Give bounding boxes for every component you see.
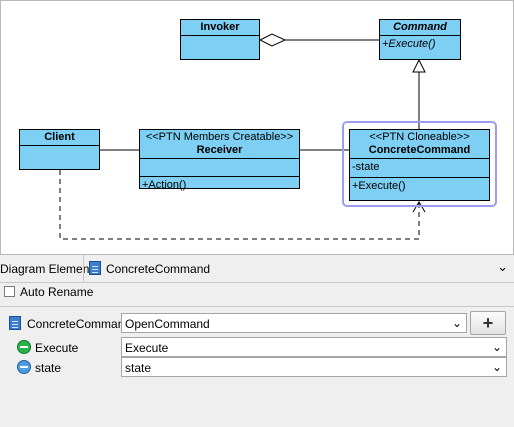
- operation-execute: +Execute(): [352, 180, 406, 192]
- class-icon: [89, 261, 101, 275]
- concretecommand-value-dropdown[interactable]: OpenCommand ⌄: [121, 313, 467, 333]
- class-concretecommand[interactable]: <<PTN Cloneable>> ConcreteCommand -state…: [349, 129, 490, 201]
- state-value-dropdown[interactable]: state ⌄: [121, 357, 507, 377]
- class-invoker[interactable]: Invoker: [180, 19, 260, 60]
- field-value: Execute: [125, 341, 169, 355]
- attribute-state: -state: [350, 159, 489, 178]
- diagram-element-selector[interactable]: Diagram Element ConcreteCommand ⌄: [0, 255, 514, 283]
- attributes-compartment: [181, 36, 259, 58]
- diagram-canvas[interactable]: Invoker Command +Execute() Client <<PTN …: [0, 0, 514, 255]
- field-value: state: [125, 361, 152, 375]
- attributes-compartment: [140, 159, 299, 177]
- operation-execute: +Execute(): [382, 38, 436, 50]
- divider: [0, 306, 514, 307]
- class-name: Command: [380, 20, 460, 36]
- row-label-concretecommand: ConcreteCommand: [27, 317, 132, 331]
- selected-element-name: ConcreteCommand: [106, 262, 211, 276]
- class-header: <<PTN Cloneable>> ConcreteCommand: [350, 130, 489, 159]
- chevron-down-icon[interactable]: ⌄: [497, 259, 508, 275]
- add-button[interactable]: +: [470, 311, 506, 335]
- chevron-down-icon[interactable]: ⌄: [452, 316, 462, 330]
- generalization-arrowhead: [412, 58, 426, 73]
- plus-icon: +: [482, 313, 494, 333]
- aggregation-diamond: [258, 33, 287, 47]
- class-header: <<PTN Members Creatable>> Receiver: [140, 130, 299, 159]
- field-value: OpenCommand: [125, 317, 210, 331]
- checkbox-box[interactable]: [4, 286, 15, 297]
- divider: [83, 255, 84, 282]
- class-client[interactable]: Client: [19, 129, 100, 170]
- stereotype: <<PTN Cloneable>>: [369, 131, 470, 143]
- diagram-element-label: Diagram Element: [0, 262, 93, 276]
- stereotype: <<PTN Members Creatable>>: [145, 131, 294, 143]
- properties-panel: Diagram Element ConcreteCommand ⌄ Auto R…: [0, 254, 514, 427]
- row-label-state: state: [35, 361, 62, 375]
- execute-value-dropdown[interactable]: Execute ⌄: [121, 337, 507, 357]
- class-command[interactable]: Command +Execute(): [379, 19, 461, 60]
- chevron-down-icon[interactable]: ⌄: [492, 340, 502, 354]
- operation-action: +Action(): [142, 179, 187, 191]
- class-name: Client: [20, 130, 99, 146]
- chevron-down-icon[interactable]: ⌄: [492, 360, 502, 374]
- class-name: Invoker: [181, 20, 259, 36]
- attributes-compartment: [20, 146, 99, 168]
- class-name: Receiver: [196, 144, 243, 156]
- auto-rename-label: Auto Rename: [20, 285, 94, 299]
- row-label-execute: Execute: [35, 341, 79, 355]
- class-icon: [9, 316, 21, 330]
- operation-icon: [17, 340, 31, 354]
- attribute-icon: [17, 360, 31, 374]
- class-receiver[interactable]: <<PTN Members Creatable>> Receiver +Acti…: [139, 129, 300, 191]
- class-name: ConcreteCommand: [368, 144, 471, 156]
